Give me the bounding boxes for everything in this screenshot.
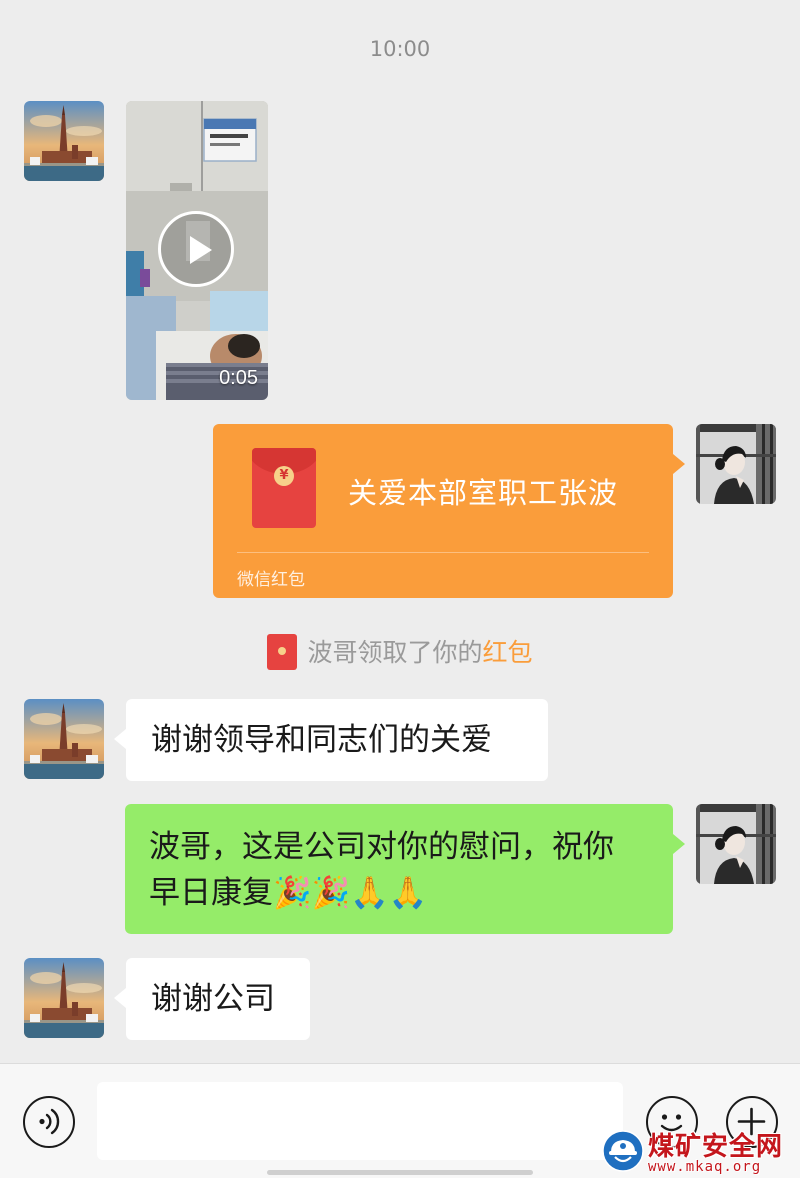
contact-avatar[interactable] <box>24 101 104 181</box>
red-packet-claimed-notice: 波哥领取了你的红包 <box>0 633 800 672</box>
incoming-message-bubble[interactable]: 谢谢公司 <box>114 958 310 1040</box>
message-text: 谢谢公司 <box>151 981 275 1017</box>
red-packet-icon: ¥ <box>252 448 316 528</box>
mine-safety-logo-icon <box>602 1130 644 1172</box>
self-avatar[interactable] <box>696 804 776 884</box>
outgoing-message-bubble[interactable]: 波哥，这是公司对你的慰问，祝你 早日康复🎉🎉🙏🙏 <box>125 804 685 934</box>
message-text: 谢谢领导和同志们的关爱 <box>151 722 492 758</box>
watermark-url: www.mkaq.org <box>648 1159 762 1175</box>
red-packet-divider <box>237 552 649 553</box>
portrait-avatar-image <box>696 424 776 504</box>
red-packet-title: 关爱本部室职工张波 <box>348 476 619 510</box>
play-icon <box>190 236 212 264</box>
notice-red-packet-link[interactable]: 红包 <box>483 638 533 667</box>
cathedral-avatar-image <box>24 101 104 181</box>
notice-text: 波哥领取了你的 <box>307 638 483 667</box>
self-avatar[interactable] <box>696 424 776 504</box>
home-indicator[interactable] <box>267 1170 533 1175</box>
message-text-line-1: 波哥，这是公司对你的慰问，祝你 <box>149 829 614 865</box>
red-packet-footer: 微信红包 <box>237 570 305 590</box>
red-packet-message[interactable]: ¥ 关爱本部室职工张波 微信红包 <box>213 424 685 598</box>
portrait-avatar-image <box>696 804 776 884</box>
voice-icon <box>39 1108 60 1135</box>
message-input[interactable] <box>97 1082 623 1160</box>
site-watermark: 煤矿安全网 www.mkaq.org <box>602 1128 800 1177</box>
play-button[interactable] <box>158 211 234 287</box>
cathedral-avatar-image <box>24 699 104 779</box>
voice-input-button[interactable] <box>23 1096 75 1148</box>
chat-area: 10:00 0:05 ¥ 关爱本部室职工张波 微信红包 波哥领取了你的红包 谢谢… <box>0 0 800 1063</box>
message-timestamp: 10:00 <box>369 37 431 61</box>
incoming-message-bubble[interactable]: 谢谢领导和同志们的关爱 <box>114 699 548 781</box>
red-packet-small-icon <box>267 634 298 670</box>
message-text-line-2: 早日康复🎉🎉🙏🙏 <box>149 875 428 911</box>
contact-avatar[interactable] <box>24 699 104 779</box>
contact-avatar[interactable] <box>24 958 104 1038</box>
video-message[interactable]: 0:05 <box>126 101 268 400</box>
cathedral-avatar-image <box>24 958 104 1038</box>
video-duration: 0:05 <box>219 367 258 389</box>
watermark-title: 煤矿安全网 <box>648 1132 784 1162</box>
